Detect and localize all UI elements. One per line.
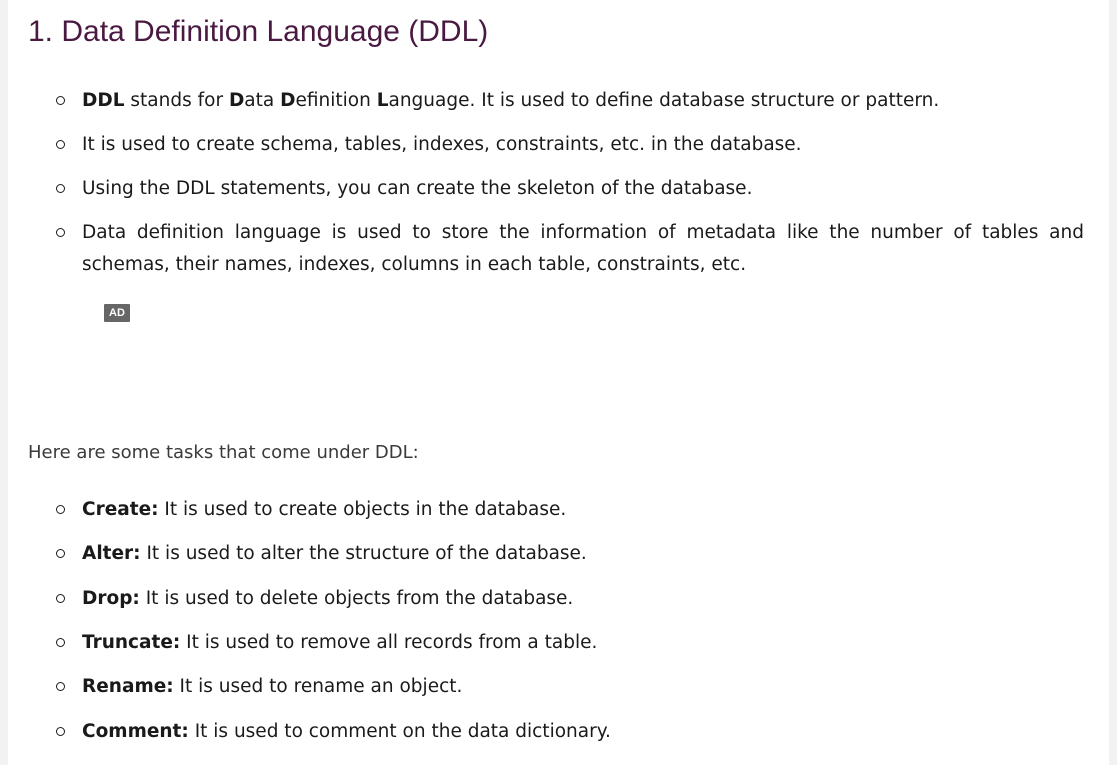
list-item: Data definition language is used to stor… bbox=[56, 217, 1084, 281]
task-desc: It is used to remove all records from a … bbox=[180, 632, 598, 653]
bullet-circle-icon bbox=[56, 594, 65, 603]
list-item: Comment: It is used to comment on the da… bbox=[56, 716, 1084, 748]
ad-badge[interactable]: AD bbox=[104, 304, 130, 322]
task-term: Comment: bbox=[82, 721, 189, 742]
item-text: anguage. It is used to define database s… bbox=[388, 90, 940, 111]
list-item: Create: It is used to create objects in … bbox=[56, 494, 1084, 526]
bullet-circle-icon bbox=[56, 505, 65, 514]
list-item: Truncate: It is used to remove all recor… bbox=[56, 627, 1084, 659]
list-item: Rename: It is used to rename an object. bbox=[56, 671, 1084, 703]
bullet-circle-icon bbox=[56, 228, 65, 237]
task-desc: It is used to rename an object. bbox=[173, 676, 463, 697]
letter-d: D bbox=[280, 90, 296, 111]
item-text: stands for bbox=[124, 90, 229, 111]
item-text: Using the DDL statements, you can create… bbox=[82, 178, 753, 199]
task-desc: It is used to alter the structure of the… bbox=[140, 543, 587, 564]
item-text: ata bbox=[244, 90, 281, 111]
task-term: Alter: bbox=[82, 543, 141, 564]
page-title: 1. Data Definition Language (DDL) bbox=[28, 15, 489, 48]
task-term: Create: bbox=[82, 499, 159, 520]
intro-text: Here are some tasks that come under DDL: bbox=[28, 442, 419, 463]
letter-d: D bbox=[228, 90, 245, 111]
task-term: Truncate: bbox=[82, 632, 181, 653]
bullet-circle-icon bbox=[56, 682, 65, 691]
bullet-circle-icon bbox=[56, 549, 65, 558]
article-page: 1. Data Definition Language (DDL) DDL st… bbox=[8, 0, 1109, 765]
list-item: DDL stands for Data Definition Language.… bbox=[56, 85, 1084, 117]
task-desc: It is used to comment on the data dictio… bbox=[188, 721, 611, 742]
term-ddl: DDL bbox=[82, 90, 125, 111]
bullet-circle-icon bbox=[56, 638, 65, 647]
list-item: Using the DDL statements, you can create… bbox=[56, 173, 1084, 205]
task-desc: It is used to delete objects from the da… bbox=[139, 588, 574, 609]
list-item: Alter: It is used to alter the structure… bbox=[56, 538, 1084, 570]
task-term: Rename: bbox=[82, 676, 174, 697]
bullet-circle-icon bbox=[56, 140, 65, 149]
task-desc: It is used to create objects in the data… bbox=[158, 499, 567, 520]
task-term: Drop: bbox=[82, 588, 140, 609]
bullet-circle-icon bbox=[56, 727, 65, 736]
bullet-circle-icon bbox=[56, 96, 65, 105]
item-text: Data definition language is used to stor… bbox=[82, 222, 1084, 275]
list-item: Drop: It is used to delete objects from … bbox=[56, 583, 1084, 615]
item-text: efinition bbox=[295, 90, 377, 111]
bullet-circle-icon bbox=[56, 184, 65, 193]
letter-l: L bbox=[376, 90, 389, 111]
item-text: It is used to create schema, tables, ind… bbox=[82, 134, 802, 155]
list-item: It is used to create schema, tables, ind… bbox=[56, 129, 1084, 161]
